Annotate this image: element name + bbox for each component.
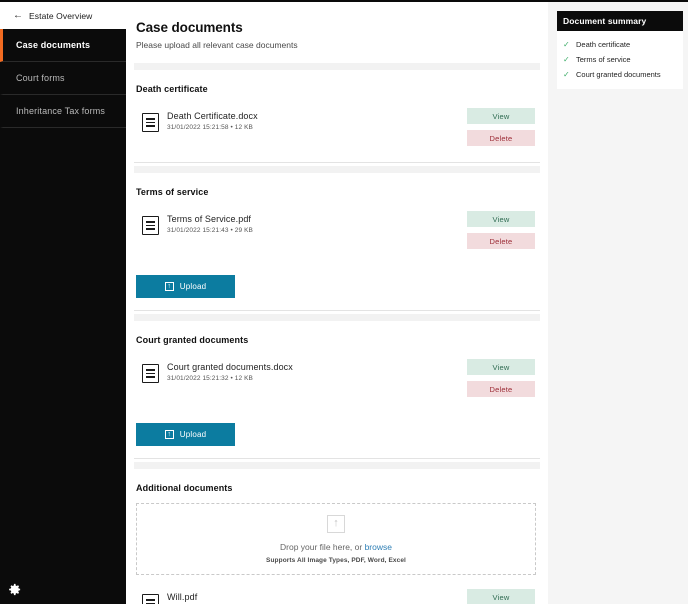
file-row: Court granted documents.docx 31/01/2022 …	[134, 345, 540, 413]
section-divider-band	[134, 166, 540, 173]
sidebar-nav: Case documents Court forms Inheritance T…	[0, 29, 126, 128]
file-actions: View Delete	[467, 108, 535, 146]
file-name: Death Certificate.docx	[167, 111, 258, 121]
back-to-estate-overview-link[interactable]: ← Estate Overview	[0, 2, 126, 29]
file-name: Terms of Service.pdf	[167, 214, 252, 224]
page-title: Case documents	[136, 20, 243, 35]
view-button[interactable]: View	[467, 359, 535, 375]
check-icon: ✓	[563, 39, 570, 49]
summary-item: ✓ Terms of service	[557, 52, 683, 67]
dropzone-prompt-text: Drop your file here, or	[280, 541, 365, 552]
sidebar-item-court-forms[interactable]: Court forms	[0, 62, 126, 95]
document-icon	[142, 216, 159, 235]
file-info: Death Certificate.docx 31/01/2022 15:21:…	[167, 108, 467, 131]
file-meta: 31/01/2022 15:21:32 • 12 KB	[167, 375, 253, 382]
section-additional-documents: Additional documents ↑ Drop your file he…	[134, 469, 540, 604]
app-window: ← Estate Overview Case documents Court f…	[0, 0, 688, 604]
upload-area: ↑ Upload	[134, 265, 540, 310]
sidebar-item-label: Case documents	[16, 40, 91, 50]
upload-button-label: Upload	[179, 430, 207, 439]
section-heading: Additional documents	[136, 483, 233, 493]
divider	[134, 310, 540, 311]
upload-icon: ↑	[164, 282, 174, 291]
summary-item-label: Terms of service	[576, 55, 631, 64]
summary-item: ✓ Death certificate	[557, 37, 683, 52]
section-divider-band	[134, 63, 540, 70]
upload-area: ↑ Upload	[134, 413, 540, 458]
dropzone-supports-text: Supports All Image Types, PDF, Word, Exc…	[266, 556, 406, 564]
sidebar-item-label: Court forms	[16, 73, 65, 83]
back-link-label: Estate Overview	[29, 10, 93, 21]
file-row: Terms of Service.pdf 31/01/2022 15:21:43…	[134, 197, 540, 265]
summary-item-label: Death certificate	[576, 40, 631, 49]
file-info: Terms of Service.pdf 31/01/2022 15:21:43…	[167, 211, 467, 234]
file-meta: 31/01/2022 15:21:43 • 29 KB	[167, 227, 253, 234]
sidebar-item-inheritance-tax-forms[interactable]: Inheritance Tax forms	[0, 95, 126, 128]
section-divider-band	[134, 462, 540, 469]
delete-button[interactable]: Delete	[467, 233, 535, 249]
document-icon	[142, 364, 159, 383]
page-subtitle: Please upload all relevant case document…	[136, 40, 298, 50]
section-divider-band	[134, 314, 540, 321]
section-court-granted-documents: Court granted documents Court granted do…	[134, 321, 540, 459]
arrow-left-icon: ←	[13, 9, 23, 21]
file-dropzone[interactable]: ↑ Drop your file here, or browse Support…	[136, 503, 536, 575]
summary-item: ✓ Court granted documents	[557, 67, 683, 82]
dropzone-prompt: Drop your file here, or browse	[280, 542, 392, 552]
section-heading: Terms of service	[136, 187, 209, 197]
document-icon	[142, 113, 159, 132]
document-icon	[142, 594, 159, 604]
file-row: Death Certificate.docx 31/01/2022 15:21:…	[134, 94, 540, 162]
upload-icon: ↑	[164, 430, 174, 439]
browse-link[interactable]: browse	[365, 542, 392, 552]
upload-button[interactable]: ↑ Upload	[136, 423, 235, 446]
gear-icon[interactable]	[7, 582, 22, 597]
divider	[134, 162, 540, 163]
sidebar-item-case-documents[interactable]: Case documents	[0, 29, 126, 62]
document-summary-panel: Document summary ✓ Death certificate ✓ T…	[557, 11, 683, 89]
file-info: Will.pdf 31/01/2022 15:24:29 • 25 KB	[167, 589, 467, 604]
file-actions: View Delete	[467, 589, 535, 604]
divider	[134, 458, 540, 459]
upload-arrow-icon: ↑	[327, 514, 345, 533]
file-row: Will.pdf 31/01/2022 15:24:29 • 25 KB Vie…	[134, 575, 540, 604]
sidebar: ← Estate Overview Case documents Court f…	[0, 2, 126, 604]
view-button[interactable]: View	[467, 108, 535, 124]
section-death-certificate: Death certificate Death Certificate.docx…	[134, 70, 540, 163]
section-heading: Court granted documents	[136, 335, 249, 345]
sidebar-item-label: Inheritance Tax forms	[16, 106, 106, 116]
right-panel: Document summary ✓ Death certificate ✓ T…	[548, 2, 688, 604]
check-icon: ✓	[563, 69, 570, 79]
file-name: Court granted documents.docx	[167, 362, 293, 372]
document-summary-title: Document summary	[557, 11, 683, 31]
view-button[interactable]: View	[467, 211, 535, 227]
main-content: Case documents Please upload all relevan…	[126, 2, 548, 604]
file-actions: View Delete	[467, 211, 535, 249]
document-summary-list: ✓ Death certificate ✓ Terms of service ✓…	[557, 31, 683, 89]
view-button[interactable]: View	[467, 589, 535, 604]
section-heading: Death certificate	[136, 84, 208, 94]
check-icon: ✓	[563, 54, 570, 64]
file-name: Will.pdf	[167, 592, 198, 602]
dropzone-wrap: ↑ Drop your file here, or browse Support…	[134, 493, 540, 575]
upload-button[interactable]: ↑ Upload	[136, 275, 235, 298]
upload-button-label: Upload	[179, 282, 207, 291]
file-actions: View Delete	[467, 359, 535, 397]
page-header: Case documents Please upload all relevan…	[134, 2, 540, 60]
file-meta: 31/01/2022 15:21:58 • 12 KB	[167, 124, 253, 131]
section-terms-of-service: Terms of service Terms of Service.pdf 31…	[134, 173, 540, 311]
delete-button[interactable]: Delete	[467, 381, 535, 397]
file-info: Court granted documents.docx 31/01/2022 …	[167, 359, 467, 382]
summary-item-label: Court granted documents	[576, 70, 661, 79]
delete-button[interactable]: Delete	[467, 130, 535, 146]
